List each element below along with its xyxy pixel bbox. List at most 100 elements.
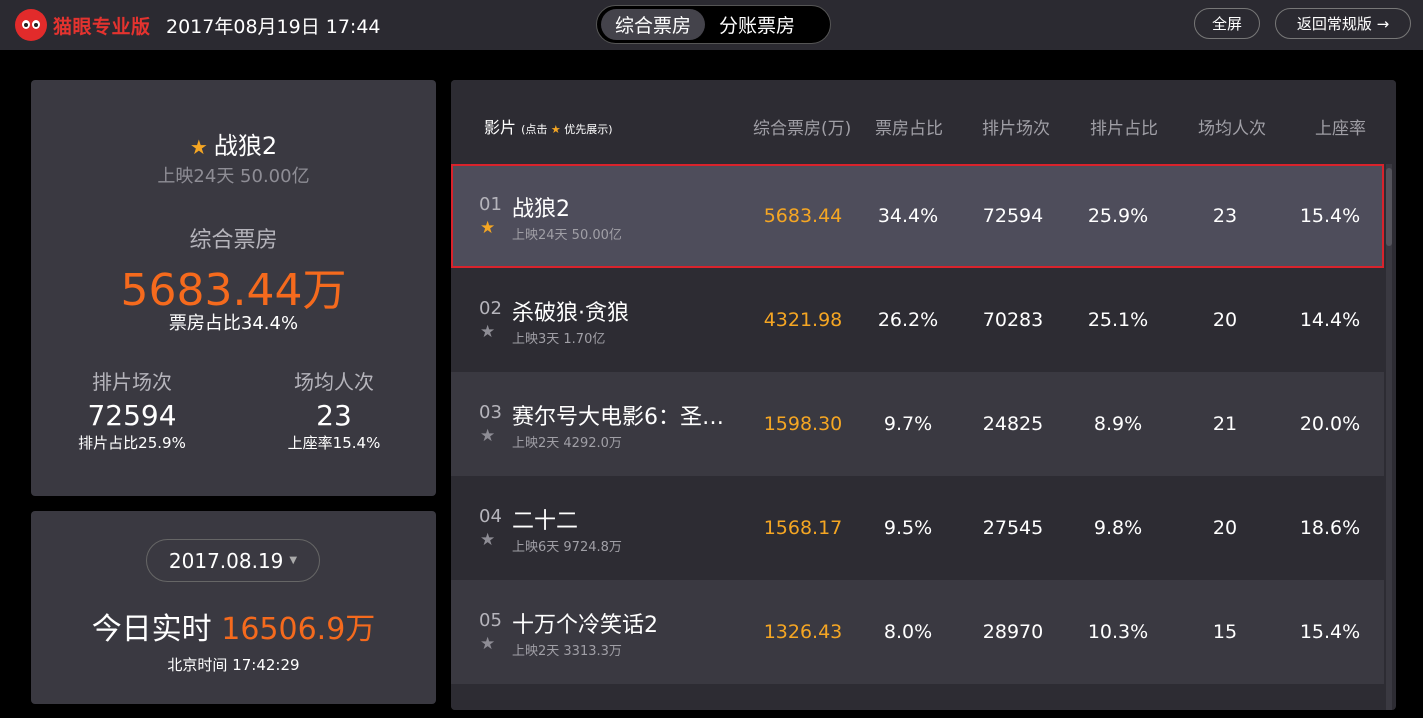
summary-shows-stat: 排片场次 72594 排片占比25.9%: [42, 366, 222, 453]
col-seat-rate[interactable]: 上座率: [1315, 114, 1366, 139]
film-name: 杀破狼·贪狼: [512, 301, 629, 326]
cell-seat-rate: 18.6%: [1299, 517, 1361, 539]
cell-show-ratio: 9.8%: [1093, 517, 1143, 539]
cell-shows: 70283: [982, 309, 1044, 331]
film-name: 二十二: [512, 509, 579, 534]
film-name: 十万个冷笑话2: [512, 613, 658, 638]
box-office-type-switch: 综合票房 分账票房: [596, 5, 831, 44]
cell-box-office: 5683.44: [763, 205, 843, 227]
col-avg-people[interactable]: 场均人次: [1198, 114, 1266, 139]
table-row[interactable]: 01 ★ 战狼2 上映24天 50.00亿 5683.44 34.4% 7259…: [451, 164, 1384, 268]
col-bo-ratio[interactable]: 票房占比: [875, 114, 943, 139]
cell-seat-rate: 15.4%: [1299, 621, 1361, 643]
today-realtime: 今日实时 16506.9万: [31, 604, 436, 648]
cell-show-ratio: 25.1%: [1087, 309, 1149, 331]
cell-bo-ratio: 34.4%: [877, 205, 939, 227]
table-header: 影片 (点击 ★ 优先展示) 综合票房(万) 票房占比 排片场次 排片占比 场均…: [451, 80, 1396, 164]
cell-bo-ratio: 9.7%: [883, 413, 933, 435]
summary-avg-stat: 场均人次 23 上座率15.4%: [244, 366, 424, 453]
top-bar: 猫眼专业版 2017年08月19日 17:44 综合票房 分账票房 全屏 返回常…: [0, 0, 1423, 50]
cell-avg-people: 21: [1212, 413, 1238, 435]
logo[interactable]: 猫眼专业版: [15, 9, 151, 41]
cell-avg-people: 20: [1212, 517, 1238, 539]
cell-box-office: 1598.30: [763, 413, 843, 435]
summary-bo-label: 综合票房: [189, 228, 278, 253]
cell-shows: 27545: [982, 517, 1044, 539]
star-icon[interactable]: ★: [480, 634, 495, 654]
film-meta: 上映6天 9724.8万: [512, 540, 622, 555]
cell-avg-people: 23: [1212, 205, 1238, 227]
star-icon[interactable]: ★: [480, 322, 495, 342]
fullscreen-button[interactable]: 全屏: [1194, 8, 1260, 39]
col-show-ratio[interactable]: 排片占比: [1090, 114, 1158, 139]
back-to-standard-button[interactable]: 返回常规版 →: [1275, 8, 1411, 39]
cell-seat-rate: 14.4%: [1299, 309, 1361, 331]
cell-shows: 72594: [982, 205, 1044, 227]
table-row[interactable]: 05 ★ 十万个冷笑话2 上映2天 3313.3万 1326.43 8.0% 2…: [451, 580, 1384, 684]
tab-comprehensive-box-office[interactable]: 综合票房: [601, 9, 706, 40]
table-row[interactable]: 04 ★ 二十二 上映6天 9724.8万 1568.17 9.5% 27545…: [451, 476, 1384, 580]
beijing-time: 北京时间 17:42:29: [167, 656, 300, 674]
cell-shows: 28970: [982, 621, 1044, 643]
star-icon: ★: [189, 135, 208, 159]
row-index: 03: [479, 402, 502, 423]
cell-show-ratio: 10.3%: [1087, 621, 1149, 643]
star-icon[interactable]: ★: [480, 530, 495, 550]
row-index: 02: [479, 298, 502, 319]
col-film-label: 影片: [484, 118, 517, 137]
shows-label: 排片场次: [92, 370, 172, 394]
cell-show-ratio: 8.9%: [1093, 413, 1143, 435]
row-index: 05: [479, 610, 502, 631]
star-icon: ★: [550, 123, 561, 136]
film-name: 赛尔号大电影6：圣…: [512, 405, 724, 430]
seat-rate: 上座率15.4%: [287, 434, 381, 452]
today-value: 16506.9万: [221, 612, 376, 647]
cat-eye-logo-icon: [15, 9, 47, 41]
col-film: 影片 (点击 ★ 优先展示): [484, 114, 613, 138]
cell-box-office: 4321.98: [763, 309, 843, 331]
col-shows[interactable]: 排片场次: [982, 114, 1050, 139]
cell-bo-ratio: 9.5%: [883, 517, 933, 539]
logo-text: 猫眼专业版: [53, 15, 151, 38]
date-value: 2017.08.19: [168, 548, 284, 573]
film-meta: 上映3天 1.70亿: [512, 332, 606, 347]
shows-ratio: 排片占比25.9%: [78, 434, 186, 452]
summary-film-title: ★ 战狼2: [31, 126, 436, 161]
date-picker[interactable]: 2017.08.19 ▼: [146, 539, 320, 582]
box-office-table: 影片 (点击 ★ 优先展示) 综合票房(万) 票房占比 排片场次 排片占比 场均…: [451, 80, 1396, 710]
cell-box-office: 1326.43: [763, 621, 843, 643]
cell-seat-rate: 20.0%: [1299, 413, 1361, 435]
cell-bo-ratio: 8.0%: [883, 621, 933, 643]
caret-down-icon: ▼: [289, 555, 298, 566]
table-scrollbar-thumb[interactable]: [1386, 168, 1392, 246]
cell-bo-ratio: 26.2%: [877, 309, 939, 331]
shows-value: 72594: [87, 399, 177, 432]
film-meta: 上映24天 50.00亿: [512, 228, 622, 243]
row-index: 01: [479, 194, 502, 215]
star-icon[interactable]: ★: [480, 218, 495, 238]
avg-value: 23: [316, 399, 352, 432]
summary-bo-ratio: 票房占比34.4%: [168, 313, 299, 334]
tab-split-box-office[interactable]: 分账票房: [705, 9, 809, 40]
cell-shows: 24825: [982, 413, 1044, 435]
summary-film-name: 战狼2: [213, 132, 278, 160]
film-meta: 上映2天 3313.3万: [512, 644, 622, 659]
table-row-partial: [451, 684, 1384, 710]
col-box-office[interactable]: 综合票房(万): [753, 114, 851, 139]
cell-show-ratio: 25.9%: [1087, 205, 1149, 227]
film-meta: 上映2天 4292.0万: [512, 436, 622, 451]
cell-seat-rate: 15.4%: [1299, 205, 1361, 227]
table-row[interactable]: 03 ★ 赛尔号大电影6：圣… 上映2天 4292.0万 1598.30 9.7…: [451, 372, 1384, 476]
star-icon[interactable]: ★: [480, 426, 495, 446]
row-index: 04: [479, 506, 502, 527]
table-row[interactable]: 02 ★ 杀破狼·贪狼 上映3天 1.70亿 4321.98 26.2% 702…: [451, 268, 1384, 372]
today-label: 今日实时: [91, 612, 212, 647]
film-name: 战狼2: [512, 197, 570, 222]
cell-avg-people: 15: [1212, 621, 1238, 643]
header-datetime: 2017年08月19日 17:44: [166, 16, 381, 38]
cell-avg-people: 20: [1212, 309, 1238, 331]
avg-label: 场均人次: [294, 370, 374, 394]
col-film-hint: (点击 ★ 优先展示): [521, 123, 613, 136]
summary-film-release: 上映24天 50.00亿: [157, 166, 310, 187]
cell-box-office: 1568.17: [763, 517, 843, 539]
